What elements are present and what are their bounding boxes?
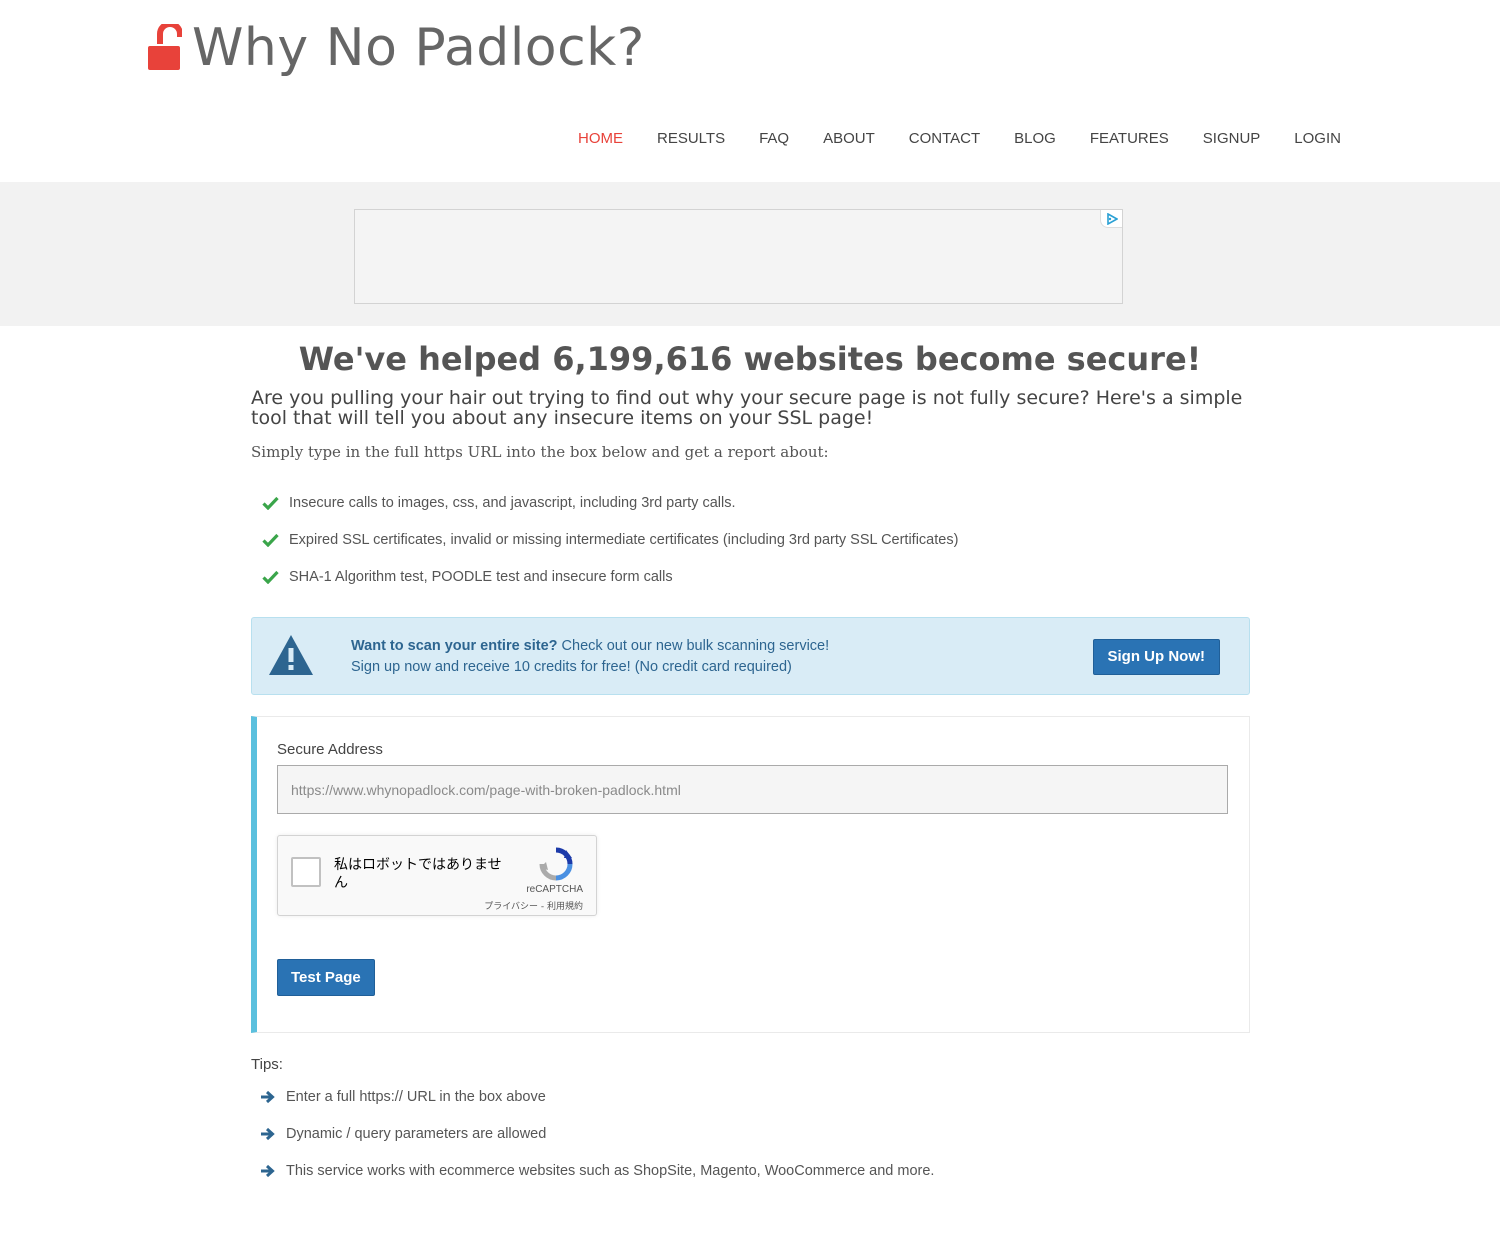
scan-form-panel: Secure Address 私はロボットではありません reCAPTCHA プ… [251, 716, 1250, 1033]
feature-text: Expired SSL certificates, invalid or mis… [289, 531, 959, 548]
tips-list: Enter a full https:// URL in the box abo… [260, 1078, 934, 1189]
intro-text: Simply type in the full https URL into t… [251, 443, 829, 461]
alert-message: Want to scan your entire site? Check out… [351, 636, 829, 678]
recaptcha-logo-icon [539, 847, 573, 881]
sign-up-now-button[interactable]: Sign Up Now! [1092, 639, 1220, 675]
secure-address-label: Secure Address [277, 741, 383, 758]
bulk-scan-alert: Want to scan your entire site? Check out… [251, 617, 1250, 695]
test-page-button[interactable]: Test Page [277, 959, 375, 996]
tip-text: Enter a full https:// URL in the box abo… [286, 1088, 546, 1105]
ad-slot[interactable] [354, 209, 1123, 304]
tips-title: Tips: [251, 1056, 283, 1073]
warning-icon [269, 635, 313, 675]
nav-item-about[interactable]: ABOUT [806, 128, 892, 186]
nav-item-features[interactable]: FEATURES [1073, 128, 1186, 186]
list-item: Insecure calls to images, css, and javas… [262, 484, 958, 521]
open-padlock-icon [148, 24, 182, 70]
recaptcha-brand: reCAPTCHA [526, 884, 583, 895]
nav-item-faq[interactable]: FAQ [742, 128, 806, 186]
list-item: Enter a full https:// URL in the box abo… [260, 1078, 934, 1115]
checkmark-icon [262, 570, 279, 584]
nav-item-blog[interactable]: BLOG [997, 128, 1073, 186]
site-logo[interactable]: Why No Padlock? [146, 18, 645, 78]
list-item: Dynamic / query parameters are allowed [260, 1115, 934, 1152]
recaptcha-links[interactable]: プライバシー - 利用規約 [484, 899, 583, 912]
arrow-right-icon [261, 1164, 275, 1177]
nav-item-signup[interactable]: SIGNUP [1186, 128, 1278, 186]
page-subhead: Are you pulling your hair out trying to … [251, 387, 1243, 429]
arrow-right-icon [261, 1127, 275, 1140]
secure-address-input[interactable] [277, 765, 1228, 814]
alert-bold-text: Want to scan your entire site? [351, 638, 558, 654]
ad-band [0, 182, 1500, 326]
nav-item-home[interactable]: HOME [561, 128, 640, 186]
recaptcha-widget: 私はロボットではありません reCAPTCHA プライバシー - 利用規約 [277, 835, 597, 916]
recaptcha-checkbox[interactable] [291, 857, 321, 887]
site-title: Why No Padlock? [192, 18, 645, 78]
page-headline: We've helped 6,199,616 websites become s… [298, 340, 1202, 378]
nav-item-contact[interactable]: CONTACT [892, 128, 997, 186]
feature-list: Insecure calls to images, css, and javas… [262, 484, 958, 595]
tip-text: Dynamic / query parameters are allowed [286, 1125, 547, 1142]
list-item: Expired SSL certificates, invalid or mis… [262, 521, 958, 558]
list-item: SHA-1 Algorithm test, POODLE test and in… [262, 558, 958, 595]
checkmark-icon [262, 496, 279, 510]
recaptcha-label: 私はロボットではありません [334, 857, 502, 891]
arrow-right-icon [261, 1090, 275, 1103]
list-item: This service works with ecommerce websit… [260, 1152, 934, 1189]
alert-line2: Sign up now and receive 10 credits for f… [351, 659, 792, 675]
nav-item-results[interactable]: RESULTS [640, 128, 742, 186]
adchoices-icon[interactable] [1100, 210, 1122, 228]
main-nav: HOME RESULTS FAQ ABOUT CONTACT BLOG FEAT… [561, 128, 1358, 186]
alert-text: Check out our new bulk scanning service! [557, 638, 830, 654]
tip-text: This service works with ecommerce websit… [286, 1162, 935, 1179]
nav-item-login[interactable]: LOGIN [1277, 128, 1358, 186]
feature-text: SHA-1 Algorithm test, POODLE test and in… [289, 568, 673, 585]
feature-text: Insecure calls to images, css, and javas… [289, 494, 736, 511]
checkmark-icon [262, 533, 279, 547]
